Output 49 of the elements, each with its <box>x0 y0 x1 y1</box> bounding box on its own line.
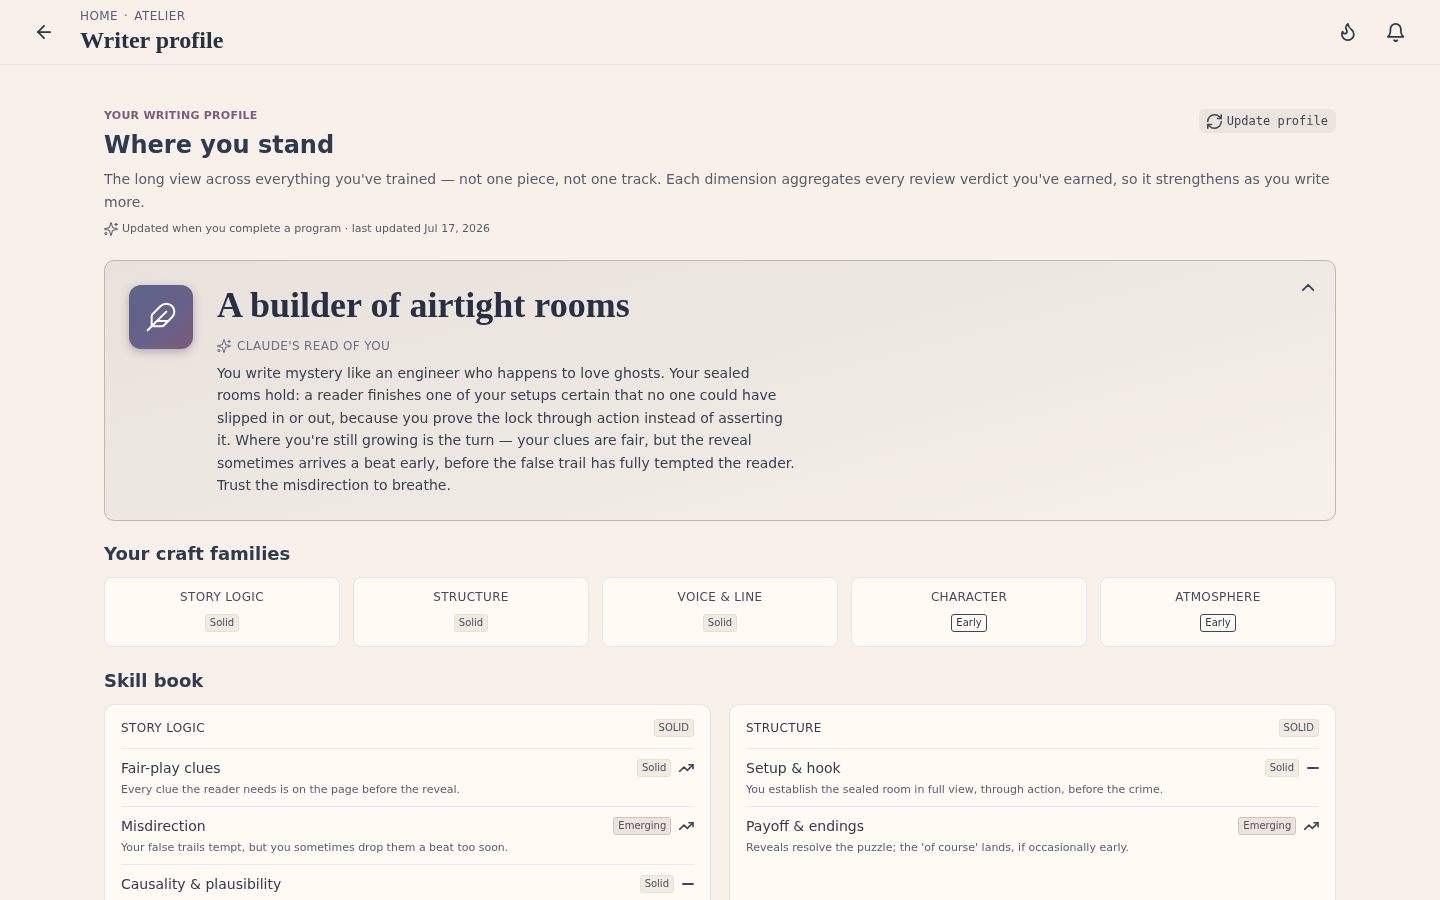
skill-name: Misdirection <box>121 817 206 837</box>
section-heading: Skill book <box>104 669 204 694</box>
skill-description: Reveals resolve the puzzle; the 'of course' lands, if occasionally early. <box>746 840 1130 857</box>
profile-summary: You write mystery like an engineer who happens to love ghosts. Your sealed rooms hold: a reader finishes one of your setups certain that no one could have slipped in or out, because you prove the lock through action instead of asserting it. Where you're still growing is the turn — your clues are fair, but the reveal sometimes arrives a beat early, before the false trail has fully tempted the reader. Trust the misdirection to breathe. <box>217 364 796 496</box>
status-badge: Solid <box>702 614 738 633</box>
status-badge: Early <box>951 614 987 633</box>
skill-name: Payoff & endings <box>746 817 865 837</box>
family-name: STRUCTURE <box>433 589 509 607</box>
breadcrumb-link[interactable]: ATELIER <box>134 8 186 24</box>
breadcrumb-link[interactable]: HOME <box>80 8 118 24</box>
page-title: Writer profile <box>80 26 224 54</box>
status-badge: Solid <box>639 875 674 894</box>
section-heading: Where you stand <box>104 130 335 161</box>
family-name: STORY LOGIC <box>180 589 264 607</box>
sparkle-icon <box>104 222 118 236</box>
update-note: Updated when you complete a program · last updated Jul 17, 2026 <box>122 221 491 237</box>
family-name: CHARACTER <box>930 589 1008 607</box>
status-badge: Emerging <box>613 817 672 836</box>
status-badge: Solid <box>204 614 240 633</box>
chevron-up-icon <box>1301 283 1315 291</box>
section-heading: Your craft families <box>104 542 291 567</box>
status-badge: Solid <box>636 759 672 778</box>
group-name: STORY LOGIC <box>121 720 205 738</box>
status-badge: Emerging <box>1238 817 1297 836</box>
status-badge: Solid <box>1264 759 1299 778</box>
refresh-icon <box>1206 113 1222 129</box>
update-profile-button[interactable]: Update profile <box>1198 109 1336 133</box>
skill-description: Your false trails tempt, but you sometimes drop them a beat too soon. <box>121 840 510 857</box>
profile-title: A builder of airtight rooms <box>217 285 630 325</box>
flame-icon <box>1341 23 1355 41</box>
family-name: ATMOSPHERE <box>1175 589 1261 607</box>
section-description: The long view across everything you've trained — not one piece, not one track. Each dimension aggregates every review verdict you've earned, so it strengthens as you write more. <box>104 170 1331 212</box>
read-label: CLAUDE'S READ OF YOU <box>237 338 391 355</box>
status-badge: Early <box>1200 614 1236 633</box>
sparkle-icon <box>217 339 231 353</box>
feather-icon <box>129 285 193 349</box>
skill-description: You establish the sealed room in full view, through action, before the crime. <box>746 782 1165 799</box>
skill-description: Every clue the reader needs is on the page before the reveal. <box>121 782 461 799</box>
breadcrumb-separator: · <box>124 8 129 24</box>
bell-icon <box>1387 22 1405 42</box>
status-badge: Solid <box>453 614 489 633</box>
group-name: STRUCTURE <box>746 720 822 738</box>
skill-name: Fair-play clues <box>121 759 221 779</box>
status-badge: SOLID <box>653 719 694 738</box>
section-eyebrow: YOUR WRITING PROFILE <box>104 109 258 123</box>
skill-name: Causality & plausibility <box>121 875 282 895</box>
skill-name: Setup & hook <box>746 759 841 779</box>
family-name: VOICE & LINE <box>677 589 763 607</box>
status-badge: SOLID <box>1278 719 1319 738</box>
